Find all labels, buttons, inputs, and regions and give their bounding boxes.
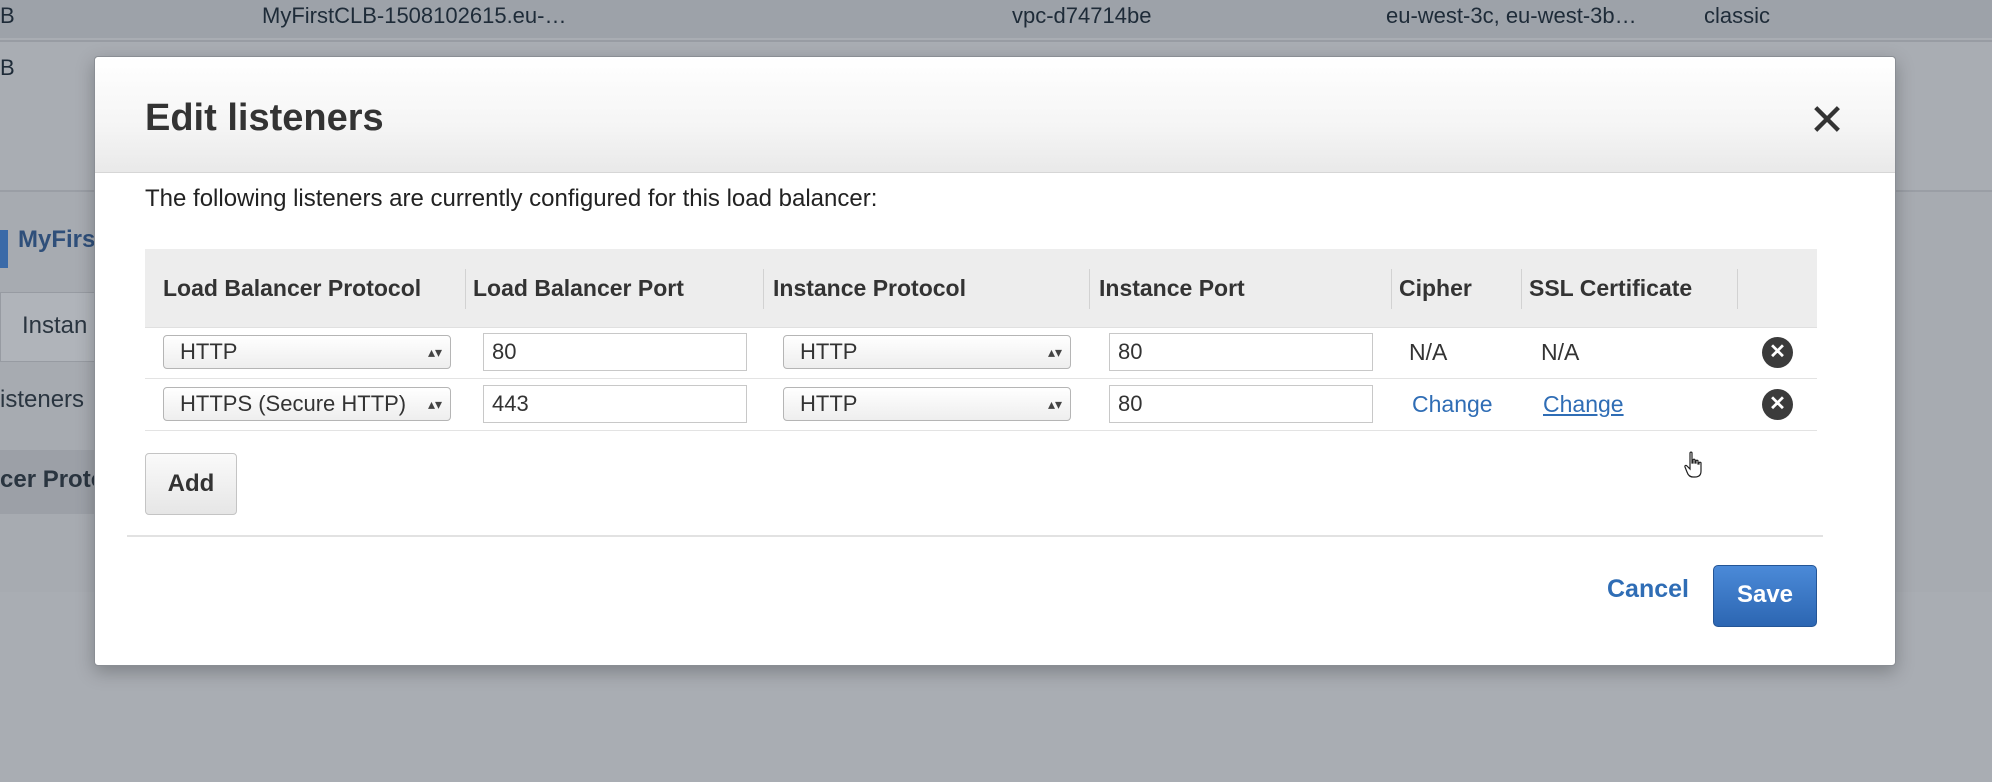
lb-protocol-select[interactable]: HTTPS (Secure HTTP) ▴▾ — [163, 387, 451, 421]
column-header-ssl-certificate: SSL Certificate — [1529, 275, 1693, 301]
select-arrows-icon: ▴▾ — [427, 396, 442, 412]
remove-listener-icon[interactable]: ✕ — [1762, 389, 1793, 420]
background-zones: eu-west-3c, eu-west-3b… — [1386, 3, 1637, 28]
instance-protocol-select[interactable]: HTTP ▴▾ — [783, 387, 1071, 421]
select-value: HTTP — [180, 339, 238, 364]
remove-listener-icon[interactable]: ✕ — [1762, 337, 1793, 368]
footer-divider — [127, 535, 1823, 537]
table-row: HTTP ▴▾ 80 HTTP ▴▾ 80 N/A N/A ✕ — [145, 327, 1817, 379]
column-header-instance-port: Instance Port — [1099, 275, 1245, 301]
instance-protocol-select[interactable]: HTTP ▴▾ — [783, 335, 1071, 369]
background-dns-name: MyFirstCLB-1508102615.eu-… — [262, 3, 567, 28]
cancel-button[interactable]: Cancel — [1607, 569, 1689, 609]
table-row: HTTPS (Secure HTTP) ▴▾ 443 HTTP ▴▾ 80 Ch… — [145, 379, 1817, 431]
select-value: HTTPS (Secure HTTP) — [180, 391, 407, 416]
background-type: classic — [1704, 3, 1771, 28]
background-divider — [0, 40, 1992, 42]
lb-protocol-select[interactable]: HTTP ▴▾ — [163, 335, 451, 369]
background-tab-label: Instan — [22, 312, 88, 339]
table-header: Load Balancer Protocol Load Balancer Por… — [145, 249, 1817, 328]
background-column-header: cer Proto — [0, 466, 106, 493]
save-button[interactable]: Save — [1713, 565, 1817, 627]
select-arrows-icon: ▴▾ — [427, 344, 442, 360]
lb-port-input[interactable]: 80 — [483, 333, 747, 371]
hand-cursor-icon — [1684, 451, 1702, 478]
instance-port-input[interactable]: 80 — [1109, 333, 1373, 371]
column-header-instance-protocol: Instance Protocol — [773, 275, 966, 301]
ssl-certificate-value: N/A — [1541, 339, 1580, 365]
instance-port-input[interactable]: 80 — [1109, 385, 1373, 423]
edit-listeners-dialog: Edit listeners ✕ The following listeners… — [94, 56, 1896, 666]
select-value: HTTP — [800, 339, 858, 364]
add-listener-button[interactable]: Add — [145, 453, 237, 515]
ssl-certificate-change-link[interactable]: Change — [1543, 379, 1624, 430]
background-cell: B — [0, 3, 15, 28]
select-arrows-icon: ▴▾ — [1047, 344, 1062, 360]
column-header-lb-protocol: Load Balancer Protocol — [163, 275, 422, 301]
background-selected-name: MyFirs — [18, 226, 96, 253]
background-cell: B — [0, 55, 15, 80]
background-listeners-label: isteners — [0, 386, 85, 413]
dialog-header: Edit listeners ✕ — [95, 57, 1895, 173]
column-header-cipher: Cipher — [1399, 275, 1472, 301]
lb-port-input[interactable]: 443 — [483, 385, 747, 423]
select-arrows-icon: ▴▾ — [1047, 396, 1062, 412]
close-icon[interactable]: ✕ — [1807, 99, 1847, 143]
dialog-title: Edit listeners — [145, 97, 384, 139]
background-vpc: vpc-d74714be — [1012, 3, 1152, 28]
column-divider — [1737, 269, 1738, 309]
cipher-value: N/A — [1409, 339, 1448, 365]
dialog-intro-text: The following listeners are currently co… — [145, 185, 878, 212]
column-header-lb-port: Load Balancer Port — [473, 275, 684, 301]
select-value: HTTP — [800, 391, 858, 416]
background-selection-bar — [0, 230, 8, 268]
cipher-change-link[interactable]: Change — [1412, 379, 1493, 430]
background-table-row: B MyFirstCLB-1508102615.eu-… vpc-d74714b… — [0, 0, 1992, 38]
